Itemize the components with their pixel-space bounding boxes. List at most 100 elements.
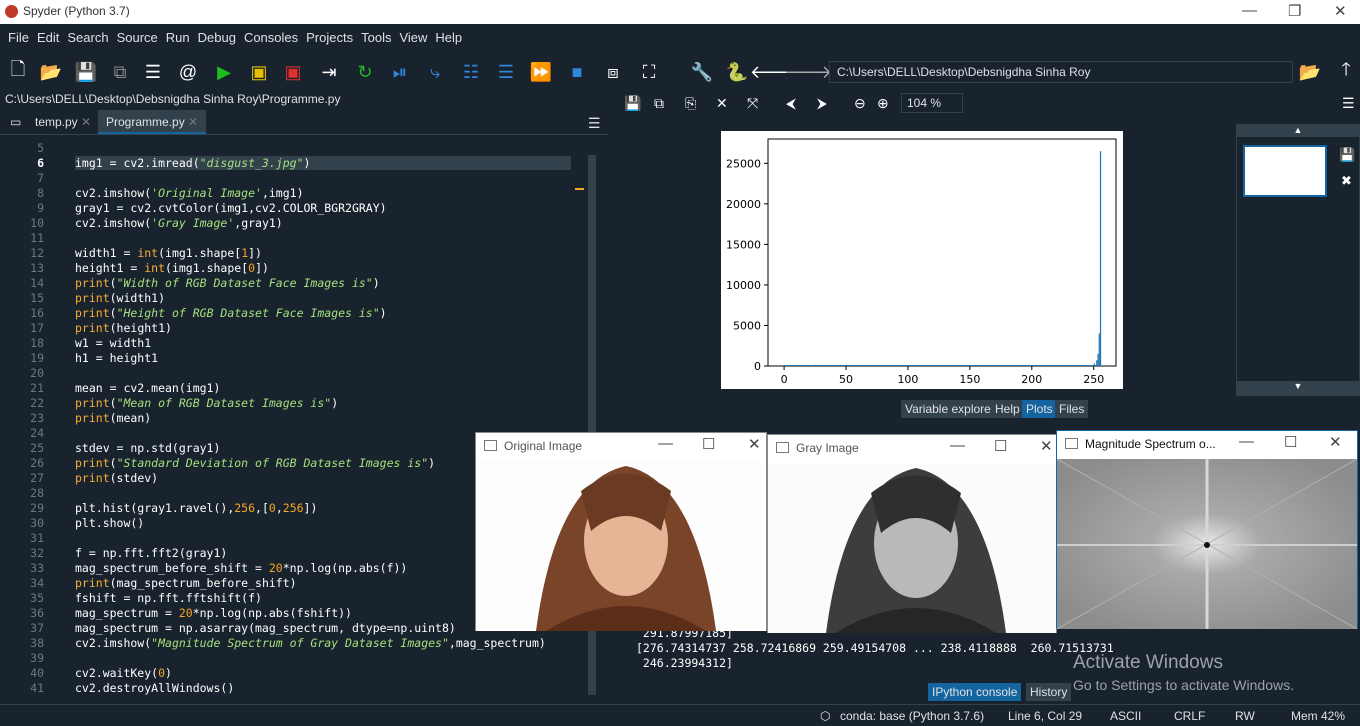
minimize-icon[interactable]: — — [1239, 433, 1254, 450]
preferences-icon[interactable]: 🔧 — [690, 60, 714, 84]
menu-view[interactable]: View — [395, 24, 431, 45]
step-icon[interactable]: ⤷ — [423, 60, 447, 84]
maximize-pane-icon[interactable]: ⧈ — [601, 60, 625, 84]
tab-variable-explorer[interactable]: Variable explorer — [901, 400, 999, 418]
tab-temp[interactable]: temp.py ✕ — [27, 110, 99, 134]
zoom-input[interactable]: 104 % — [901, 93, 963, 113]
next-plot-icon[interactable]: ⮞ — [817, 95, 827, 112]
new-file-icon[interactable]: 🗋 — [6, 59, 30, 84]
code-line[interactable]: w1 = width1 — [75, 336, 151, 350]
code-line[interactable]: plt.show() — [75, 516, 144, 530]
continue-icon[interactable]: ⏩ — [529, 60, 553, 84]
code-line[interactable]: width1 = int(img1.shape[1]) — [75, 246, 262, 260]
minimize-icon[interactable]: — — [950, 437, 965, 454]
gray-image-window[interactable]: Gray Image — ☐ ✕ — [767, 434, 1057, 633]
list-icon[interactable]: ☰ — [141, 60, 165, 84]
code-line[interactable]: fshift = np.fft.fftshift(f) — [75, 591, 262, 605]
remove-all-plots-icon[interactable]: ⤧ — [747, 95, 758, 112]
code-line[interactable]: plt.hist(gray1.ravel(),256,[0,256]) — [75, 501, 317, 515]
tab-programme[interactable]: Programme.py ✕ — [98, 110, 207, 134]
menu-help[interactable]: Help — [431, 24, 466, 45]
tab-plots[interactable]: Plots — [1022, 400, 1057, 418]
menu-file[interactable]: File — [4, 24, 33, 45]
rerun-icon[interactable]: ↻ — [353, 60, 377, 84]
close-icon[interactable]: ✕ — [1329, 433, 1342, 451]
menu-edit[interactable]: Edit — [33, 24, 63, 45]
code-line[interactable]: cv2.imshow("Magnitude Spectrum of Gray D… — [75, 636, 546, 650]
restore-icon[interactable]: ❐ — [1288, 2, 1301, 20]
save-all-plots-icon[interactable]: ⧉ — [654, 95, 664, 112]
fullscreen-icon[interactable]: ⛶ — [637, 60, 661, 84]
menu-run[interactable]: Run — [162, 24, 194, 45]
code-line[interactable]: print("Height of RGB Dataset Face Images… — [75, 306, 387, 320]
maximize-icon[interactable]: ☐ — [702, 435, 715, 453]
tab-ipython-console[interactable]: IPython console — [928, 683, 1022, 701]
parent-dir-icon[interactable]: 🡑 — [1334, 59, 1358, 84]
code-line[interactable]: cv2.imshow('Gray Image',gray1) — [75, 216, 283, 230]
original-image-window[interactable]: Original Image — ☐ ✕ — [475, 432, 767, 631]
save-thumb-icon[interactable]: 💾 — [1339, 147, 1355, 163]
save-icon[interactable]: 💾 — [74, 60, 98, 84]
previous-plot-icon[interactable]: ⮜ — [786, 95, 796, 112]
menu-search[interactable]: Search — [63, 24, 112, 45]
remove-plot-icon[interactable]: ✕ — [716, 95, 728, 112]
tab-help[interactable]: Help — [991, 400, 1024, 418]
code-line[interactable]: print(stdev) — [75, 471, 158, 485]
code-line[interactable]: print(mag_spectrum_before_shift) — [75, 576, 297, 590]
forward-arrow-icon[interactable]: 🡒 — [784, 60, 832, 84]
minimize-icon[interactable]: — — [1242, 2, 1257, 19]
open-file-icon[interactable]: 📂 — [39, 60, 63, 84]
tab-files[interactable]: Files — [1055, 400, 1089, 418]
plots-options-icon[interactable]: ☰ — [1342, 95, 1355, 112]
scroll-down-icon[interactable]: ▼ — [1237, 381, 1359, 395]
scroll-up-icon[interactable]: ▲ — [1237, 125, 1359, 137]
code-line[interactable]: img1 = cv2.imread("disgust_3.jpg") — [75, 156, 571, 170]
plot-thumbnail[interactable] — [1243, 145, 1327, 197]
zoom-out-icon[interactable]: ⊖ — [854, 95, 866, 112]
code-line[interactable]: height1 = int(img1.shape[0]) — [75, 261, 269, 275]
menu-consoles[interactable]: Consoles — [240, 24, 302, 45]
at-icon[interactable]: @ — [176, 60, 200, 84]
tab-history[interactable]: History — [1026, 683, 1072, 701]
maximize-icon[interactable]: ☐ — [1284, 433, 1297, 451]
code-line[interactable]: print("Mean of RGB Dataset Images is") — [75, 396, 338, 410]
back-arrow-icon[interactable]: 🡐 — [750, 60, 798, 84]
close-thumb-icon[interactable]: ✖ — [1341, 173, 1352, 189]
code-line[interactable]: cv2.waitKey(0) — [75, 666, 172, 680]
close-icon[interactable]: ✕ — [748, 435, 761, 453]
code-line[interactable]: print(mean) — [75, 411, 151, 425]
working-directory-input[interactable]: C:\Users\DELL\Desktop\Debsnigdha Sinha R… — [829, 61, 1293, 83]
menu-projects[interactable]: Projects — [302, 24, 357, 45]
browse-tabs-icon[interactable]: ▭ — [2, 110, 29, 134]
code-line[interactable]: cv2.destroyAllWindows() — [75, 681, 234, 695]
code-line[interactable]: print(width1) — [75, 291, 165, 305]
close-icon[interactable]: ✕ — [1334, 2, 1347, 20]
debug-icon[interactable]: ⏯ — [388, 60, 412, 84]
code-line[interactable]: stdev = np.std(gray1) — [75, 441, 220, 455]
code-line[interactable]: gray1 = cv2.cvtColor(img1,cv2.COLOR_BGR2… — [75, 201, 387, 215]
run-selection-icon[interactable]: ⇥ — [317, 60, 341, 84]
options-menu-icon[interactable]: ☰ — [580, 110, 609, 134]
menu-source[interactable]: Source — [113, 24, 162, 45]
save-plot-icon[interactable]: 💾 — [624, 95, 641, 112]
code-line[interactable]: h1 = height1 — [75, 351, 158, 365]
step-return-icon[interactable]: ☰ — [494, 60, 518, 84]
code-line[interactable]: f = np.fft.fft2(gray1) — [75, 546, 227, 560]
run-cell-icon[interactable]: ▣ — [247, 60, 271, 84]
step-into-icon[interactable]: ☷ — [459, 60, 483, 84]
code-line[interactable]: mag_spectrum_before_shift = 20*np.log(np… — [75, 561, 407, 575]
python-path-icon[interactable]: 🐍 — [725, 60, 749, 84]
code-line[interactable]: mag_spectrum = 20*np.log(np.abs(fshift)) — [75, 606, 352, 620]
zoom-in-icon[interactable]: ⊕ — [877, 95, 889, 112]
save-all-icon[interactable]: ⧉ — [108, 60, 132, 84]
minimize-icon[interactable]: — — [658, 435, 673, 452]
code-line[interactable]: cv2.imshow('Original Image',img1) — [75, 186, 304, 200]
browse-folder-icon[interactable]: 📂 — [1298, 60, 1322, 84]
code-line[interactable]: print(height1) — [75, 321, 172, 335]
menu-debug[interactable]: Debug — [194, 24, 240, 45]
copy-plot-icon[interactable]: ⎘ — [685, 95, 696, 112]
run-cell-advance-icon[interactable]: ▣ — [281, 60, 305, 84]
code-line[interactable]: mean = cv2.mean(img1) — [75, 381, 220, 395]
close-icon[interactable]: ✕ — [1040, 437, 1053, 455]
run-icon[interactable]: ▶ — [212, 60, 236, 84]
